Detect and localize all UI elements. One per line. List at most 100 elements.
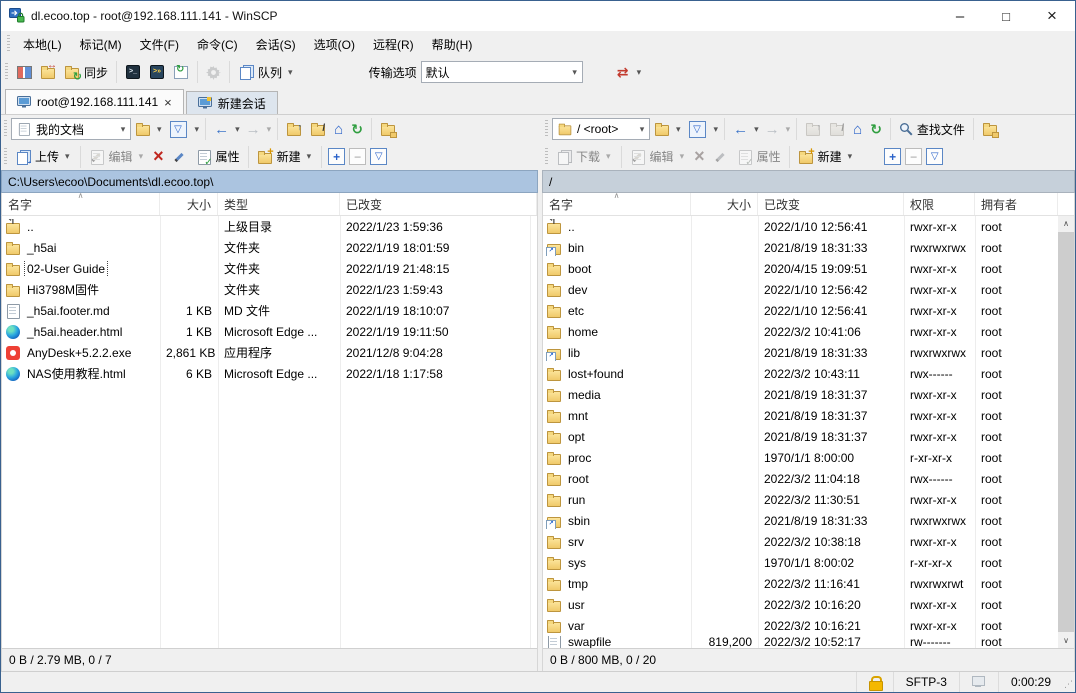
- chevron-down-icon[interactable]: [233, 124, 242, 135]
- column-header-size[interactable]: 大小: [160, 193, 218, 215]
- local-follow-symlinks-button[interactable]: [376, 118, 400, 140]
- local-filter-button[interactable]: [164, 118, 193, 141]
- local-delete-button[interactable]: [149, 146, 168, 168]
- minimize-button[interactable]: [937, 1, 983, 31]
- remote-delete-button[interactable]: [690, 146, 709, 168]
- local-open-directory-button[interactable]: [131, 118, 155, 140]
- selection-filter-button[interactable]: [926, 148, 943, 165]
- column-header-name[interactable]: 名字: [2, 193, 160, 215]
- chevron-down-icon[interactable]: [137, 151, 146, 162]
- chevron-down-icon[interactable]: [712, 124, 721, 135]
- local-path-bar[interactable]: C:\Users\ecoo\Documents\dl.ecoo.top\: [1, 170, 538, 193]
- table-row[interactable]: bin 2021/8/19 18:31:33 rwxrwxrwx root: [543, 237, 1058, 258]
- menu-help[interactable]: 帮助(H): [423, 32, 482, 57]
- scroll-down-icon[interactable]: [1058, 633, 1074, 648]
- table-row[interactable]: lib 2021/8/19 18:31:33 rwxrwxrwx root: [543, 342, 1058, 363]
- local-refresh-button[interactable]: [347, 118, 367, 141]
- unselect-files-button[interactable]: [349, 148, 366, 165]
- remote-directory-combobox[interactable]: / <root>: [552, 118, 650, 140]
- connection-status[interactable]: [959, 672, 998, 692]
- menu-commands[interactable]: 命令(C): [188, 32, 247, 57]
- remote-edit-button[interactable]: 编辑: [626, 145, 691, 168]
- chevron-down-icon[interactable]: [305, 151, 314, 162]
- select-files-button[interactable]: [884, 148, 901, 165]
- download-button[interactable]: ←下载: [552, 145, 617, 168]
- protocol-status[interactable]: SFTP-3: [893, 672, 959, 692]
- column-header-permissions[interactable]: 权限: [904, 193, 975, 215]
- chevron-down-icon[interactable]: [193, 124, 202, 135]
- table-row[interactable]: .. 2022/1/10 12:56:41 rwxr-xr-x root: [543, 216, 1058, 237]
- table-row[interactable]: _h5ai 文件夹 2022/1/19 18:01:59: [2, 237, 537, 258]
- unselect-files-button[interactable]: [905, 148, 922, 165]
- column-header-type[interactable]: 类型: [218, 193, 340, 215]
- table-row[interactable]: sys 1970/1/1 8:00:02 r-xr-xr-x root: [543, 552, 1058, 573]
- table-row[interactable]: AnyDesk+5.2.2.exe 2,861 KB 应用程序 2021/12/…: [2, 342, 537, 363]
- table-row[interactable]: swapfile 819,200 2022/3/2 10:52:17 rw---…: [543, 636, 1058, 648]
- table-row[interactable]: proc 1970/1/1 8:00:00 r-xr-xr-x root: [543, 447, 1058, 468]
- synchronize-button[interactable]: ↻同步: [60, 61, 112, 84]
- table-row[interactable]: etc 2022/1/10 12:56:41 rwxr-xr-x root: [543, 300, 1058, 321]
- table-row[interactable]: opt 2021/8/19 18:31:37 rwxr-xr-x root: [543, 426, 1058, 447]
- local-home-directory-button[interactable]: [330, 118, 347, 141]
- remote-open-directory-button[interactable]: [650, 118, 674, 140]
- table-row[interactable]: usr 2022/3/2 10:16:20 rwxr-xr-x root: [543, 594, 1058, 615]
- selection-filter-button[interactable]: [370, 148, 387, 165]
- chevron-down-icon[interactable]: [604, 151, 613, 162]
- tab-close-icon[interactable]: [164, 95, 172, 110]
- menu-local[interactable]: 本地(L): [14, 32, 71, 57]
- local-properties-button[interactable]: ✓属性: [192, 145, 244, 168]
- remote-follow-symlinks-button[interactable]: [978, 118, 1002, 140]
- local-new-button[interactable]: +新建: [253, 145, 318, 168]
- remote-forward-button[interactable]: [761, 118, 784, 141]
- transfer-settings-button[interactable]: [611, 61, 648, 83]
- table-row[interactable]: .. 上级目录 2022/1/23 1:59:36: [2, 216, 537, 237]
- swap-panels-button[interactable]: ↔: [36, 61, 60, 83]
- encryption-status[interactable]: [856, 672, 893, 692]
- table-row[interactable]: root 2022/3/2 11:04:18 rwx------ root: [543, 468, 1058, 489]
- table-row[interactable]: dev 2022/1/10 12:56:42 rwxr-xr-x root: [543, 279, 1058, 300]
- menu-session[interactable]: 会话(S): [247, 32, 305, 57]
- chevron-down-icon[interactable]: [674, 124, 683, 135]
- table-row[interactable]: home 2022/3/2 10:41:06 rwxr-xr-x root: [543, 321, 1058, 342]
- local-rename-button[interactable]: [168, 146, 192, 168]
- remote-refresh-button[interactable]: [866, 118, 886, 141]
- preferences-button[interactable]: [202, 62, 225, 83]
- chevron-down-icon[interactable]: [635, 67, 644, 78]
- remote-home-directory-button[interactable]: [849, 118, 866, 141]
- remote-parent-directory-button[interactable]: ↑: [801, 118, 825, 140]
- chevron-down-icon[interactable]: [846, 151, 855, 162]
- local-parent-directory-button[interactable]: ↑: [282, 118, 306, 140]
- transfer-preset-combobox[interactable]: 默认: [421, 61, 583, 83]
- table-row[interactable]: NAS使用教程.html 6 KB Microsoft Edge ... 202…: [2, 363, 537, 384]
- table-row[interactable]: media 2021/8/19 18:31:37 rwxr-xr-x root: [543, 384, 1058, 405]
- table-row[interactable]: tmp 2022/3/2 11:16:41 rwxrwxrwt root: [543, 573, 1058, 594]
- refresh-session-button[interactable]: [169, 61, 193, 83]
- remote-rename-button[interactable]: [709, 146, 733, 168]
- table-row[interactable]: _h5ai.header.html 1 KB Microsoft Edge ..…: [2, 321, 537, 342]
- chevron-down-icon[interactable]: [752, 124, 761, 135]
- scroll-up-icon[interactable]: [1058, 216, 1074, 231]
- column-header-name[interactable]: 名字: [543, 193, 691, 215]
- remote-root-directory-button[interactable]: /: [825, 118, 849, 140]
- column-header-modified[interactable]: 已改变: [758, 193, 904, 215]
- table-row[interactable]: 02-User Guide 文件夹 2022/1/19 21:48:15: [2, 258, 537, 279]
- resize-grip[interactable]: [1063, 672, 1075, 692]
- select-files-button[interactable]: [328, 148, 345, 165]
- remote-new-button[interactable]: +新建: [794, 145, 859, 168]
- remote-back-button[interactable]: [729, 118, 752, 141]
- column-header-size[interactable]: 大小: [691, 193, 758, 215]
- chevron-down-icon[interactable]: [635, 124, 649, 135]
- menu-options[interactable]: 选项(O): [305, 32, 364, 57]
- local-directory-combobox[interactable]: 我的文档: [11, 118, 131, 140]
- compare-directories-button[interactable]: [12, 61, 36, 83]
- remote-properties-button[interactable]: ✓属性: [733, 145, 785, 168]
- table-row[interactable]: mnt 2021/8/19 18:31:37 rwxr-xr-x root: [543, 405, 1058, 426]
- open-terminal-button[interactable]: [121, 61, 145, 83]
- close-button[interactable]: [1029, 1, 1075, 31]
- chevron-down-icon[interactable]: [286, 67, 295, 78]
- local-root-directory-button[interactable]: /: [306, 118, 330, 140]
- menu-mark[interactable]: 标记(M): [71, 32, 131, 57]
- tab-session-active[interactable]: root@192.168.111.141: [5, 89, 184, 114]
- menu-remote[interactable]: 远程(R): [364, 32, 423, 57]
- chevron-down-icon[interactable]: [568, 67, 582, 78]
